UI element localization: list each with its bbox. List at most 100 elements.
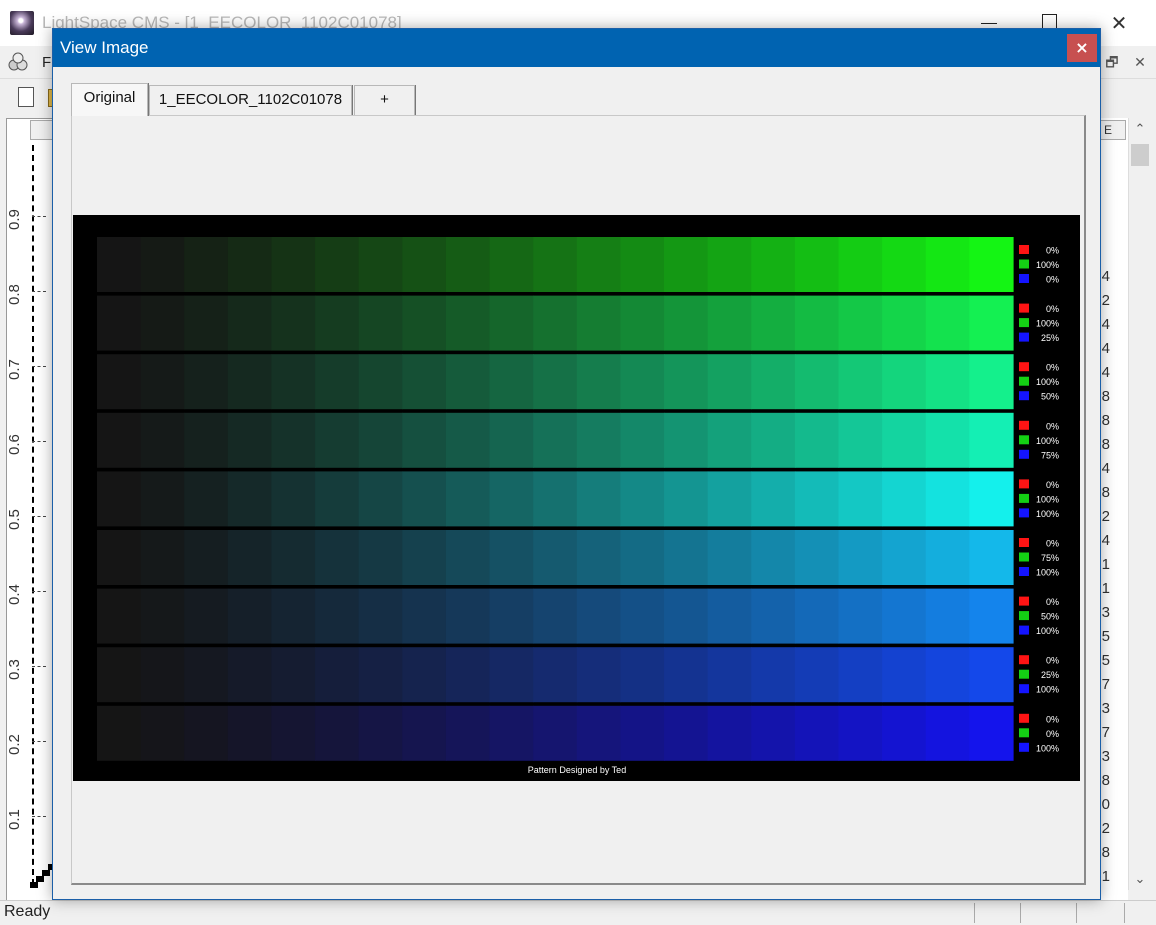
data-column-cell: 7 xyxy=(1101,724,1110,741)
menu-file[interactable]: F xyxy=(42,54,51,71)
ramp-step-patch xyxy=(533,237,578,292)
ramp-step-patch xyxy=(925,588,970,644)
ramp-step-patch xyxy=(838,530,883,585)
ramp-step-patch xyxy=(576,530,622,585)
tab-original[interactable]: Original xyxy=(71,83,148,116)
ramp-step-patch xyxy=(489,237,534,292)
channel-r-swatch xyxy=(1019,245,1029,254)
mdi-restore-icon[interactable]: 🗗 xyxy=(1103,53,1121,71)
ramp-step-patch xyxy=(882,588,927,644)
ramp-step-patch xyxy=(489,295,534,351)
channel-g-swatch xyxy=(1019,611,1029,621)
ramp-step-patch xyxy=(620,588,665,644)
close-window-button[interactable]: ✕ xyxy=(1096,0,1142,46)
ramp-step-patch xyxy=(227,354,273,410)
chart-ytick-mark xyxy=(32,516,46,517)
ramp-step-patch xyxy=(925,295,970,351)
ramp-step-patch xyxy=(576,237,622,292)
ramp-step-patch xyxy=(402,354,447,410)
ramp-step-patch xyxy=(184,237,229,292)
ramp-step-patch xyxy=(707,295,752,351)
ramp-step-patch xyxy=(140,412,185,468)
ramp-step-patch xyxy=(794,237,840,292)
ramp-step-patch xyxy=(445,647,491,703)
channel-r-swatch xyxy=(1019,303,1029,313)
channel-r-percent: 0% xyxy=(1046,304,1059,314)
mdi-close-icon[interactable]: ✕ xyxy=(1131,53,1149,71)
status-separator xyxy=(1020,903,1021,923)
ramp-step-patch xyxy=(882,530,927,585)
data-column-cell: 8 xyxy=(1101,412,1110,429)
ramp-step-patch xyxy=(271,237,316,292)
ramp-step-patch xyxy=(402,588,447,644)
ramp-step-patch xyxy=(489,530,534,585)
ramp-step-patch xyxy=(707,705,752,761)
system-menu-icon[interactable] xyxy=(6,51,30,73)
test-pattern-image: 0% 100% 0% 0% 100% 25% 0% 100% 50% 0% 100% 75% 0% 100… xyxy=(73,215,1080,781)
ramp-step-patch xyxy=(882,705,927,761)
status-bar: Ready xyxy=(0,900,1156,925)
ramp-step-patch xyxy=(925,471,970,527)
ramp-step-patch xyxy=(533,705,578,761)
channel-b-swatch xyxy=(1019,567,1029,576)
ramp-step-patch xyxy=(533,530,578,585)
ramp-step-patch xyxy=(489,705,534,761)
channel-b-swatch xyxy=(1019,508,1029,518)
ramp-step-patch xyxy=(227,588,273,644)
ramp-step-patch xyxy=(751,412,796,468)
scroll-thumb[interactable] xyxy=(1131,144,1149,166)
channel-r-swatch xyxy=(1019,655,1029,665)
channel-r-swatch xyxy=(1019,713,1029,723)
dialog-close-button[interactable]: × xyxy=(1067,34,1097,62)
ramp-step-patch xyxy=(925,705,970,761)
data-column-header[interactable]: E xyxy=(1100,120,1126,140)
dialog-title: View Image xyxy=(60,38,149,57)
channel-g-swatch xyxy=(1019,669,1029,679)
channel-g-percent: 25% xyxy=(1041,670,1059,680)
chart-ytick-mark xyxy=(32,816,46,817)
ramp-step-patch xyxy=(184,471,229,527)
data-column-cell: 1 xyxy=(1101,556,1110,573)
ramp-step-patch xyxy=(358,647,403,703)
ramp-step-patch xyxy=(184,295,229,351)
ramp-step-patch xyxy=(576,412,622,468)
data-column-cell: 1 xyxy=(1101,580,1110,597)
ramp-step-patch xyxy=(620,237,665,292)
ramp-step-patch xyxy=(794,705,840,761)
ramp-step-patch xyxy=(751,295,796,351)
vertical-scrollbar[interactable]: ⌃ ⌄ xyxy=(1128,118,1151,890)
ramp-step-patch xyxy=(882,412,927,468)
view-image-dialog: View Image × Original 1_EECOLOR_1102C010… xyxy=(52,28,1101,900)
channel-b-percent: 100% xyxy=(1036,509,1059,519)
channel-b-swatch xyxy=(1019,274,1029,283)
channel-b-swatch xyxy=(1019,332,1029,342)
ramp-step-patch xyxy=(969,530,1014,585)
ramp-step-patch xyxy=(140,647,185,703)
ramp-step-patch xyxy=(315,237,360,292)
scroll-down-arrow-icon[interactable]: ⌄ xyxy=(1129,868,1151,890)
chart-ytick-label: 0.8 xyxy=(6,284,23,305)
ramp-step-patch xyxy=(140,471,185,527)
ramp-step-patch xyxy=(925,354,970,410)
ramp-step-patch xyxy=(445,530,491,585)
chart-ytick-label: 0.3 xyxy=(6,659,23,680)
channel-g-swatch xyxy=(1019,728,1029,738)
data-column-cell: 8 xyxy=(1101,388,1110,405)
ramp-step-patch xyxy=(576,471,622,527)
ramp-step-patch xyxy=(315,530,360,585)
status-separator xyxy=(1076,903,1077,923)
ramp-step-patch xyxy=(620,471,665,527)
scroll-up-arrow-icon[interactable]: ⌃ xyxy=(1129,118,1151,140)
dialog-titlebar[interactable]: View Image × xyxy=(53,29,1100,67)
ramp-step-patch xyxy=(533,412,578,468)
tab-add[interactable]: + xyxy=(354,85,415,115)
ramp-step-patch xyxy=(184,647,229,703)
new-file-icon[interactable] xyxy=(18,87,34,107)
ramp-step-patch xyxy=(707,530,752,585)
ramp-step-patch xyxy=(402,237,447,292)
ramp-step-patch xyxy=(445,705,491,761)
data-column-cell: 7 xyxy=(1101,676,1110,693)
ramp-step-patch xyxy=(271,705,316,761)
ramp-step-patch xyxy=(402,412,447,468)
tab-eecolor-image[interactable]: 1_EECOLOR_1102C01078 xyxy=(149,85,352,115)
